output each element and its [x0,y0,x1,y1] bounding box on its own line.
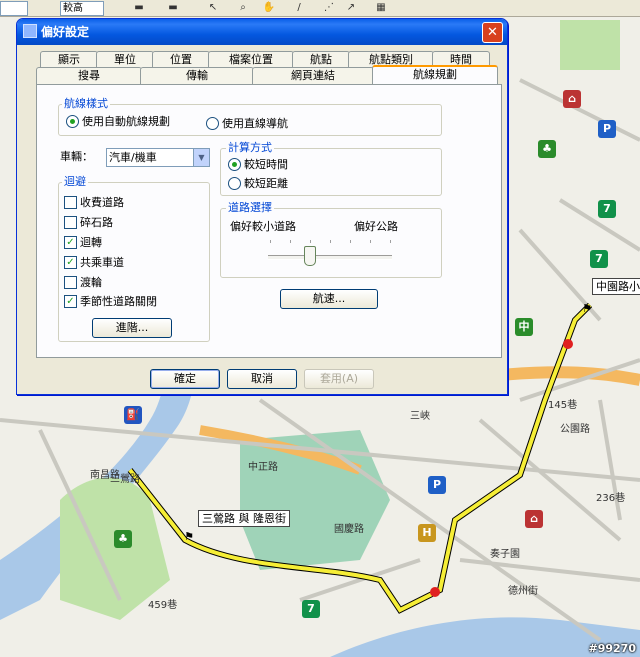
tab-waypoints[interactable]: 航點 [292,51,350,68]
carpool-lanes-label[interactable]: 共乘車道 [80,256,124,269]
measure-tool-icon[interactable]: / [292,1,306,14]
apply-button[interactable]: 套用(A) [304,369,374,389]
route-tool-icon[interactable]: ⋰ [322,1,336,14]
flag-icon: ⚑ [582,302,592,315]
ferries-label[interactable]: 渡輪 [80,276,102,289]
avoid-label: 迴避 [62,175,88,188]
ferries-checkbox[interactable] [64,276,77,289]
map-label: 奏子園 [490,549,520,560]
slider-thumb[interactable] [303,246,316,266]
temple-icon: ⌂ [525,510,543,528]
map-label: 三峽 [410,411,430,422]
seasonal-closures-checkbox[interactable]: ✓ [64,295,77,308]
map-label: 國慶路 [334,524,364,535]
road-selection-group [220,208,442,278]
tab-units[interactable]: 單位 [96,51,154,68]
direct-route-radio[interactable] [206,117,219,130]
slider-tick [270,240,271,243]
slider-tick [350,240,351,243]
parking-icon[interactable]: P [598,120,616,138]
carpool-lanes-checkbox[interactable]: ✓ [64,256,77,269]
dialog-title: 偏好設定 [41,25,90,39]
vehicle-label: 車輛： [60,150,93,163]
school-icon[interactable]: 中 [515,318,533,336]
shorter-distance-radio[interactable] [228,177,241,190]
tab-web-links[interactable]: 網頁連結 [252,67,374,84]
hospital-icon[interactable]: H [418,524,436,542]
cancel-button[interactable]: 取消 [227,369,297,389]
auto-routing-label[interactable]: 使用自動航線規劃 [82,115,170,128]
toll-roads-label[interactable]: 收費道路 [80,196,124,209]
convenience-store-icon[interactable]: 7 [302,600,320,618]
convenience-store-icon[interactable]: 7 [598,200,616,218]
direct-route-label[interactable]: 使用直線導航 [222,117,288,130]
map-label: 236巷 [596,493,626,504]
ok-button[interactable]: 確定 [150,369,220,389]
prefer-small-roads-label: 偏好較小道路 [230,220,296,233]
gas-station-icon[interactable]: ⛽ [124,406,142,424]
slider-tick [370,240,371,243]
close-icon[interactable]: ✕ [482,22,503,43]
road-preference-slider[interactable] [268,255,392,260]
route-end-callout: 中園路小 [592,278,640,295]
slider-tick [290,240,291,243]
tab-display[interactable]: 顯示 [40,51,98,68]
convenience-store-icon[interactable]: 7 [590,250,608,268]
prefer-highways-label: 偏好公路 [354,220,398,233]
shorter-distance-label[interactable]: 較短距離 [244,177,288,190]
slider-tick [390,240,391,243]
dialog-titlebar[interactable]: 偏好設定 ✕ [17,19,507,45]
map-label: 145巷 [548,400,578,411]
print-icon[interactable]: ▬ [166,1,180,14]
seasonal-closures-label[interactable]: 季節性道路關閉 [80,295,157,308]
flag-icon: ⚑ [184,530,194,543]
map-label: 459巷 [148,600,178,611]
vehicle-value: 汽車/機車 [109,151,157,164]
save-icon[interactable]: ▬ [132,1,146,14]
auto-routing-radio[interactable] [66,115,79,128]
temple-icon: ⌂ [563,90,581,108]
map-label: 公園路 [560,424,590,435]
tab-position[interactable]: 位置 [152,51,210,68]
toll-roads-checkbox[interactable] [64,196,77,209]
tab-routing[interactable]: 航線規劃 [372,65,498,84]
road-selection-label: 道路選擇 [226,201,274,214]
slider-tick [330,240,331,243]
chevron-down-icon[interactable]: ▼ [193,149,209,166]
select-tool-icon[interactable]: ↖ [206,1,220,14]
map-label: 德州街 [508,586,538,597]
u-turns-label[interactable]: 迴轉 [80,236,102,249]
grid-tool-icon[interactable]: ▦ [374,1,388,14]
scale-select[interactable] [0,1,28,16]
vehicle-select[interactable]: 汽車/機車 ▼ [106,148,210,167]
gravel-roads-label[interactable]: 碎石路 [80,216,113,229]
pan-tool-icon[interactable]: ✋ [262,1,276,14]
tree-icon: ♣ [114,530,132,548]
parking-icon[interactable]: P [428,476,446,494]
tab-search[interactable]: 搜尋 [36,67,142,84]
tab-transfer[interactable]: 傳輸 [140,67,254,84]
shorter-time-radio[interactable] [228,158,241,171]
u-turns-checkbox[interactable]: ✓ [64,236,77,249]
tree-icon: ♣ [538,140,556,158]
slider-tick [310,240,311,243]
gravel-roads-checkbox[interactable] [64,216,77,229]
pointer-tool-icon[interactable]: ↗ [344,1,358,14]
zoom-tool-icon[interactable]: ⌕ [236,1,250,14]
tab-file-location[interactable]: 檔案位置 [208,51,294,68]
map-label: 南昌路 [90,470,120,481]
detail-select[interactable]: 較高 [60,1,104,16]
map-label: 中正路 [248,462,278,473]
route-start-callout: 三鶯路 與 隆恩街 [198,510,290,527]
shorter-time-label[interactable]: 較短時間 [244,158,288,171]
speed-button[interactable]: 航速... [280,289,378,309]
watermark: #99270 [588,642,637,655]
calc-method-label: 計算方式 [226,141,274,154]
route-style-label: 航線樣式 [62,97,110,110]
app-toolbar: 較高 ▬ ▬ ↖ ⌕ ✋ / ⋰ ↗ ▦ [0,0,640,17]
advanced-button[interactable]: 進階... [92,318,172,338]
app-icon [23,24,37,38]
